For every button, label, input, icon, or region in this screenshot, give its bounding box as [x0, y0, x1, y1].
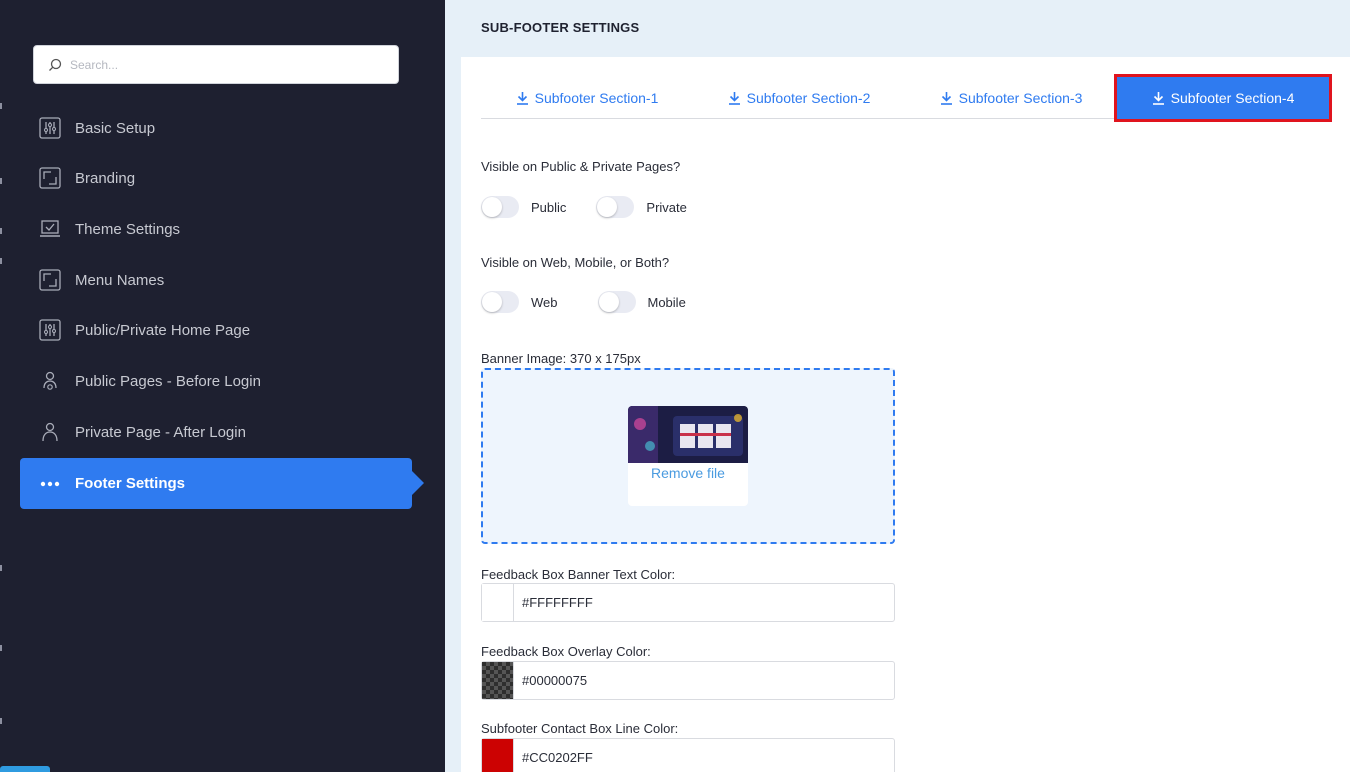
download-icon: [516, 92, 528, 105]
sidebar-item-label: Theme Settings: [75, 220, 181, 238]
color-input-banner-text[interactable]: [522, 595, 882, 610]
tab-subfooter-section-1[interactable]: Subfooter Section-1: [481, 77, 693, 119]
sidebar: Basic Setup Branding Theme Settings Menu…: [0, 0, 445, 772]
search-input[interactable]: [70, 57, 370, 72]
tab-subfooter-section-3[interactable]: Subfooter Section-3: [905, 77, 1117, 119]
download-icon: [728, 92, 740, 105]
sidebar-item-label: Footer Settings: [75, 475, 186, 492]
uploaded-file-card: Remove file: [628, 406, 748, 506]
download-icon: [1152, 92, 1164, 105]
frame-icon: [38, 268, 62, 292]
settings-panel: Subfooter Section-1 Subfooter Section-2 …: [461, 57, 1350, 772]
color-label-contact-line: Subfooter Contact Box Line Color:: [481, 721, 679, 736]
tab-label: Subfooter Section-3: [958, 90, 1083, 106]
color-field-banner-text: [481, 583, 895, 622]
sidebar-item-branding[interactable]: Branding: [20, 155, 412, 201]
visibility-devices-label: Visible on Web, Mobile, or Both?: [481, 255, 670, 270]
laptop-check-icon: [38, 217, 62, 241]
color-swatch[interactable]: [482, 739, 514, 772]
web-toggle[interactable]: [481, 291, 519, 313]
bottom-tab-handle[interactable]: [0, 766, 50, 772]
sliders-icon: [38, 116, 62, 140]
download-icon: [940, 92, 952, 105]
sidebar-item-menu-names[interactable]: Menu Names: [20, 257, 412, 303]
color-field-overlay: [481, 661, 895, 700]
color-label-overlay: Feedback Box Overlay Color:: [481, 644, 651, 659]
sidebar-item-label: Branding: [75, 169, 136, 187]
sidebar-item-theme-settings[interactable]: Theme Settings: [20, 206, 412, 252]
user-gear-icon: [38, 369, 62, 393]
visibility-devices-toggles: Web Mobile: [481, 291, 686, 313]
public-toggle[interactable]: [481, 196, 519, 218]
tab-subfooter-section-4[interactable]: Subfooter Section-4: [1114, 74, 1332, 122]
sidebar-item-home-page[interactable]: Public/Private Home Page: [20, 307, 412, 353]
banner-thumbnail: [628, 406, 748, 463]
public-toggle-label: Public: [531, 199, 567, 215]
banner-dropzone[interactable]: Remove file: [481, 368, 895, 544]
color-label-banner-text: Feedback Box Banner Text Color:: [481, 567, 676, 582]
sidebar-item-label: Public/Private Home Page: [75, 321, 251, 339]
search-icon: [49, 58, 62, 71]
banner-image-label: Banner Image: 370 x 175px: [481, 351, 641, 366]
tab-label: Subfooter Section-2: [746, 90, 871, 106]
section-tabs: Subfooter Section-1 Subfooter Section-2 …: [481, 74, 1332, 122]
tab-subfooter-section-2[interactable]: Subfooter Section-2: [693, 77, 905, 119]
sidebar-item-label: Menu Names: [75, 271, 165, 289]
color-swatch[interactable]: [482, 662, 514, 699]
remove-file-link[interactable]: Remove file: [628, 465, 748, 481]
color-field-contact-line: [481, 738, 895, 772]
sidebar-item-public-pages[interactable]: Public Pages - Before Login: [20, 358, 412, 404]
color-swatch[interactable]: [482, 584, 514, 621]
tab-label: Subfooter Section-4: [1170, 90, 1295, 106]
sidebar-item-basic-setup[interactable]: Basic Setup: [20, 105, 412, 151]
private-toggle-label: Private: [646, 199, 687, 215]
sidebar-item-footer-settings[interactable]: Footer Settings: [20, 458, 424, 509]
private-toggle[interactable]: [596, 196, 635, 218]
page-title: SUB-FOOTER SETTINGS: [481, 20, 640, 35]
sidebar-search[interactable]: [33, 45, 399, 84]
visibility-pages-label: Visible on Public & Private Pages?: [481, 159, 681, 174]
mobile-toggle-label: Mobile: [647, 294, 686, 310]
sidebar-item-private-page[interactable]: Private Page - After Login: [20, 409, 412, 455]
sidebar-item-label: Basic Setup: [75, 119, 156, 137]
mobile-toggle[interactable]: [597, 291, 636, 313]
frame-icon: [38, 166, 62, 190]
sidebar-item-label: Public Pages - Before Login: [75, 372, 261, 390]
dots-icon: [38, 472, 62, 496]
user-icon: [38, 420, 62, 444]
web-toggle-label: Web: [531, 294, 558, 310]
color-input-contact-line[interactable]: [522, 750, 882, 765]
visibility-pages-toggles: Public Private: [481, 196, 687, 218]
sliders-icon: [38, 318, 62, 342]
sidebar-edge-marks: [0, 0, 3, 772]
tab-label: Subfooter Section-1: [534, 90, 659, 106]
main-content: SUB-FOOTER SETTINGS Subfooter Section-1 …: [445, 0, 1350, 772]
color-input-overlay[interactable]: [522, 673, 882, 688]
sidebar-item-label: Private Page - After Login: [75, 423, 246, 441]
